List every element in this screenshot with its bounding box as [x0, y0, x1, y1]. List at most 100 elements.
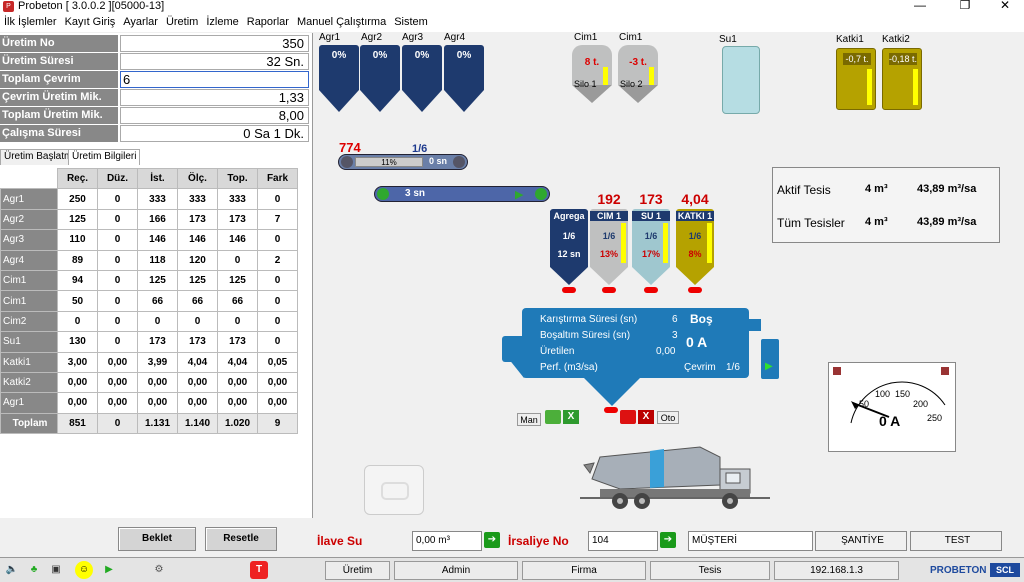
- menu-uretim[interactable]: Üretim: [162, 14, 202, 28]
- info-row: Toplam Çevrim 6: [0, 71, 313, 89]
- mixer-cevrim-label: Çevrim: [684, 362, 716, 373]
- santiye-field[interactable]: ŞANTİYE: [815, 531, 907, 551]
- katki2-tank[interactable]: -0,18 t.: [882, 48, 922, 110]
- weigher-hopper[interactable]: KATKI 1 1/6 8%: [676, 209, 714, 285]
- play-icon[interactable]: ▶: [100, 561, 118, 579]
- ilave-su-apply-button[interactable]: ➔: [484, 532, 500, 548]
- hopper-cone: [444, 90, 484, 112]
- weigher-label: SU 1: [632, 211, 670, 221]
- row-label: Cim1: [0, 269, 58, 292]
- table-cell: 166: [137, 208, 178, 231]
- row-label: Cim2: [0, 310, 58, 333]
- row-label: Toplam: [0, 412, 58, 435]
- smiley-icon[interactable]: ☺: [75, 561, 93, 579]
- table-cell: 173: [217, 331, 258, 353]
- menu-ayarlar[interactable]: Ayarlar: [119, 14, 162, 28]
- ilave-su-label: İlave Su: [317, 534, 363, 548]
- hopper-cone: [360, 90, 400, 112]
- table-cell: 0: [97, 208, 138, 231]
- agr3-value: 0%: [402, 45, 442, 90]
- conveyor2[interactable]: 3 sn ▶: [374, 186, 550, 202]
- man-button[interactable]: Man: [517, 413, 541, 426]
- minimize-button[interactable]: —: [905, 0, 935, 14]
- weigher-total: 192: [597, 191, 621, 207]
- mixer[interactable]: Karıştırma Süresi (sn) 6 Boşaltım Süresi…: [522, 308, 749, 378]
- menu-raporlar[interactable]: Raporlar: [243, 14, 293, 28]
- weigher-cycle: 1/6: [562, 231, 576, 241]
- irsaliye-apply-button[interactable]: ➔: [660, 532, 676, 548]
- menu-kayit-giris[interactable]: Kayıt Giriş: [61, 14, 120, 28]
- conveyor1-progress: 11%: [355, 157, 423, 167]
- resetle-button[interactable]: Resetle: [205, 527, 277, 551]
- menu-izleme[interactable]: İzleme: [202, 14, 242, 28]
- table-header-row: Reç. Düz. İst. Ölç. Top. Fark: [0, 167, 298, 190]
- silo2[interactable]: -3 t. Silo 2: [618, 45, 658, 103]
- weigher-cone: [676, 267, 714, 285]
- menu-manuel-calistirma[interactable]: Manuel Çalıştırma: [293, 14, 390, 28]
- speaker-icon[interactable]: 🔈: [3, 561, 21, 579]
- status-tesis: Tesis: [650, 561, 770, 580]
- weigher-hopper[interactable]: SU 1 1/6 17%: [632, 209, 670, 285]
- ilave-su-input[interactable]: 0,00 m³: [412, 531, 482, 551]
- table-cell: 4,04: [177, 351, 218, 373]
- menu-ilk-islemler[interactable]: İlk İşlemler: [0, 14, 61, 28]
- table-cell: 0,00: [257, 371, 298, 394]
- agr2-value: 0%: [360, 45, 400, 90]
- agr2-hopper[interactable]: 0%: [360, 45, 400, 112]
- mixer-row-value: 0,00: [656, 346, 676, 357]
- info-value: 1,33: [120, 89, 309, 106]
- table-cell: 125: [137, 269, 178, 292]
- table-cell: 66: [177, 290, 218, 312]
- mixer-state: Boş: [690, 312, 713, 326]
- weigher-indicator: [602, 287, 616, 293]
- info-value: 8,00: [120, 107, 309, 124]
- gauge-dial: [850, 381, 946, 424]
- tesis-tum-m3: 4 m³: [865, 216, 888, 228]
- tesis-aktif-rate: 43,89 m³/sa: [917, 183, 977, 195]
- beklet-button[interactable]: Beklet: [118, 527, 196, 551]
- tab-uretim-bilgileri[interactable]: Üretim Bilgileri: [68, 149, 141, 165]
- green-x-button[interactable]: X: [563, 410, 579, 424]
- katki1-tank[interactable]: -0,7 t.: [836, 48, 876, 110]
- truck-icon[interactable]: ▣: [47, 561, 65, 579]
- table-cell: 0: [97, 331, 138, 353]
- weigher-hopper[interactable]: Agrega 1/6 12 sn: [550, 209, 588, 285]
- tesis-aktif-m3: 4 m³: [865, 183, 888, 195]
- conveyor1[interactable]: 11% 0 sn: [338, 154, 468, 170]
- info-row: Toplam Üretim Mik. 8,00: [0, 107, 313, 125]
- settings-icon[interactable]: ⚙: [150, 561, 168, 579]
- mixer-row-label: Boşaltım Süresi (sn): [540, 330, 631, 341]
- katki1-level: [867, 69, 872, 105]
- agr3-hopper[interactable]: 0%: [402, 45, 442, 112]
- test-field[interactable]: TEST: [910, 531, 1002, 551]
- agr1-hopper[interactable]: 0%: [319, 45, 359, 112]
- weigher-hopper[interactable]: CIM 1 1/6 13%: [590, 209, 628, 285]
- info-row: Üretim Süresi 32 Sn.: [0, 53, 313, 71]
- close-button[interactable]: ✕: [990, 0, 1020, 14]
- placeholder-panel[interactable]: [364, 465, 424, 515]
- weigher-label: CIM 1: [590, 211, 628, 221]
- musteri-field[interactable]: MÜŞTERİ: [688, 531, 813, 551]
- red-x-button[interactable]: X: [638, 410, 654, 424]
- table-cell: 1.131: [137, 412, 178, 435]
- info-label: Üretim No: [0, 35, 118, 52]
- table-cell: 0,00: [57, 392, 98, 414]
- silo1[interactable]: 8 t. Silo 1: [572, 45, 612, 103]
- irsaliye-input[interactable]: 104: [588, 531, 658, 551]
- agr4-hopper[interactable]: 0%: [444, 45, 484, 112]
- row-label: Agr1: [0, 392, 58, 414]
- row-label: Agr1: [0, 188, 58, 210]
- people-icon[interactable]: ♣: [25, 561, 43, 579]
- total-cycle-input[interactable]: 6: [120, 71, 309, 88]
- mixer-discharge-indicator: [604, 407, 618, 413]
- oto-button[interactable]: Oto: [657, 411, 679, 424]
- table-cell: 146: [177, 229, 218, 251]
- maximize-button[interactable]: ❐: [950, 0, 980, 14]
- tesis-panel: Aktif Tesis 4 m³ 43,89 m³/sa Tüm Tesisle…: [772, 167, 1000, 243]
- info-label: Toplam Çevrim: [0, 71, 118, 88]
- table-cell: 9: [257, 412, 298, 435]
- water-tank[interactable]: [722, 46, 760, 114]
- weigher-body: Agrega 1/6 12 sn: [550, 209, 588, 267]
- menu-sistem[interactable]: Sistem: [390, 14, 432, 28]
- t-icon[interactable]: T: [250, 561, 268, 579]
